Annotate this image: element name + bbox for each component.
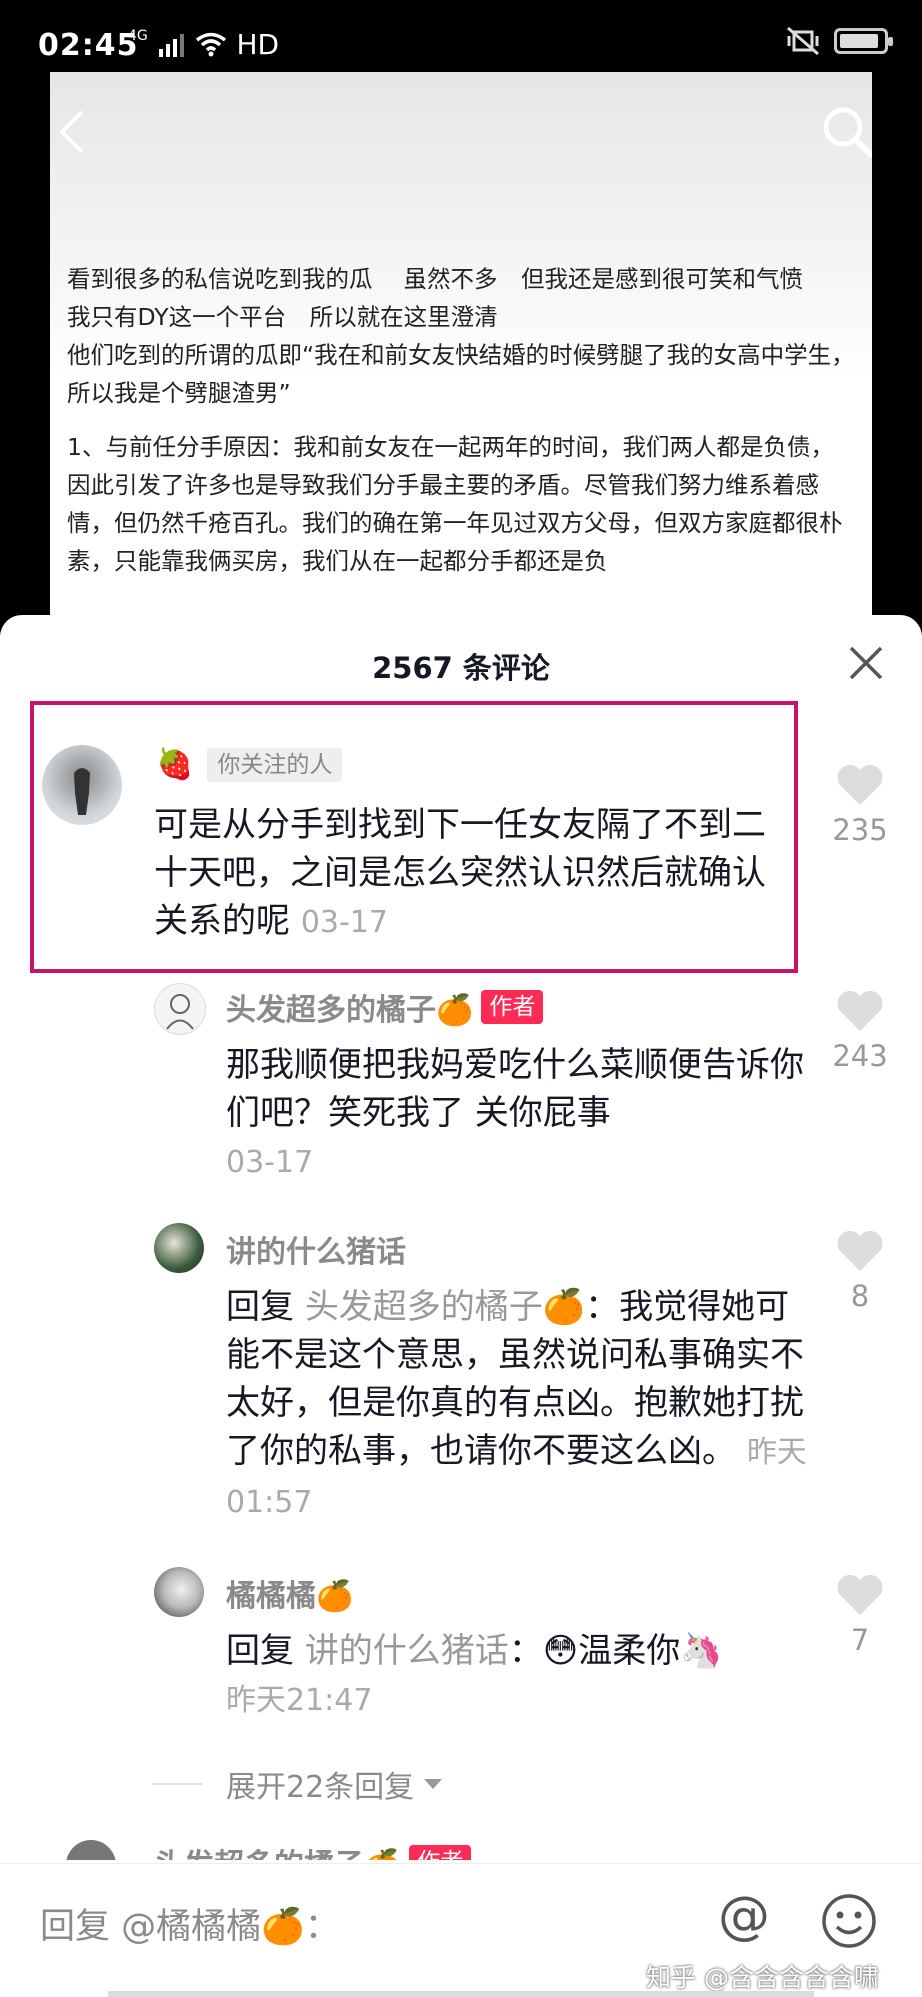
- back-arrow-icon[interactable]: [50, 102, 104, 162]
- home-indicator: [108, 1991, 814, 1997]
- like-button[interactable]: 7: [830, 1573, 890, 1657]
- comments-sheet: 2567 条评论 🍓 你关注的人 可是从分手到找到下一任女友隔了不到二十天吧，之…: [0, 615, 922, 1997]
- comment-meta: 橘橘橘🍊: [226, 1571, 353, 1615]
- watermark-text: 知乎 @含含含含含啸: [646, 1963, 879, 1992]
- network-indicator: 4G HD: [128, 28, 279, 61]
- comment-text: 回复 讲的什么猪话：😳温柔你🦄 昨天21:47: [226, 1627, 816, 1725]
- like-button[interactable]: 235: [830, 763, 890, 847]
- avatar-figure: [74, 768, 90, 815]
- wifi-icon: [195, 32, 226, 57]
- like-count: 7: [850, 1623, 870, 1657]
- divider: [152, 1783, 202, 1785]
- comment-text: 那我顺便把我妈爱吃什么菜顺便告诉你们吧？笑死我了 关你屁事 03-17: [226, 1041, 816, 1187]
- comment-meta: 头发超多的橘子🍊 作者: [154, 1840, 472, 1860]
- article-paragraph: 看到很多的私信说吃到我的瓜 虽然不多 但我还是感到很可笑和气愤: [67, 265, 803, 293]
- hd-label: HD: [236, 28, 280, 61]
- comment-body: ：😳温柔你🦄: [508, 1631, 723, 1671]
- battery-icon: [834, 28, 893, 54]
- reply-prefix: 回复: [226, 1631, 294, 1671]
- commenter-name[interactable]: 头发超多的橘子🍊: [226, 985, 473, 1029]
- avatar-figure: [166, 994, 194, 1030]
- caret-down-icon: [424, 1779, 443, 1789]
- avatar[interactable]: [154, 1223, 204, 1273]
- like-count: 235: [832, 813, 888, 847]
- reply-target[interactable]: 讲的什么猪话: [305, 1631, 509, 1671]
- comment-time: 03-17: [300, 905, 388, 940]
- comment-meta: 讲的什么猪话: [226, 1227, 406, 1271]
- reply-item[interactable]: 头发超多的橘子🍊 作者: [0, 1840, 922, 1860]
- commenter-name[interactable]: 头发超多的橘子🍊: [154, 1840, 401, 1860]
- close-icon[interactable]: [848, 645, 884, 681]
- comment-body: 可是从分手到找到下一任女友隔了不到二十天吧，之间是怎么突然认识然后就确认关系的呢: [154, 805, 766, 941]
- status-right: [786, 26, 893, 56]
- comment-time: 03-17: [226, 1145, 314, 1180]
- emoji-icon[interactable]: [820, 1892, 878, 1950]
- article-view: 看到很多的私信说吃到我的瓜 虽然不多 但我还是感到很可笑和气愤 我只有DY这一个…: [50, 72, 872, 632]
- expand-replies-button[interactable]: 展开22条回复: [152, 1762, 444, 1806]
- comment-time: 昨天21:47: [226, 1683, 373, 1718]
- like-button[interactable]: 243: [830, 989, 890, 1073]
- following-tag: 你关注的人: [207, 747, 343, 782]
- like-count: 243: [832, 1039, 888, 1073]
- comment-meta: 头发超多的橘子🍊 作者: [226, 985, 544, 1029]
- avatar[interactable]: [154, 1567, 204, 1617]
- article-text: 看到很多的私信说吃到我的瓜 虽然不多 但我还是感到很可笑和气愤 我只有DY这一个…: [67, 260, 857, 596]
- comment-body: 那我顺便把我妈爱吃什么菜顺便告诉你们吧？笑死我了 关你屁事: [226, 1045, 804, 1133]
- heart-icon: [837, 991, 883, 1031]
- avatar[interactable]: [154, 983, 206, 1035]
- mute-vibrate-icon: [787, 26, 819, 56]
- avatar[interactable]: [66, 1840, 116, 1860]
- heart-icon: [837, 1231, 883, 1271]
- like-count: 8: [850, 1279, 870, 1313]
- heart-icon: [837, 765, 883, 805]
- search-icon[interactable]: [816, 100, 872, 164]
- commenter-name[interactable]: 橘橘橘🍊: [226, 1571, 353, 1615]
- reply-input[interactable]: 回复 @橘橘橘🍊：: [40, 1898, 340, 1949]
- author-badge: 作者: [481, 990, 544, 1024]
- network-type: 4G: [128, 28, 148, 44]
- comment-text: 可是从分手到找到下一任女友隔了不到二十天吧，之间是怎么突然认识然后就确认关系的呢…: [154, 801, 784, 947]
- author-badge: 作者: [409, 1845, 472, 1860]
- reply-target[interactable]: 头发超多的橘子🍊: [305, 1287, 585, 1327]
- heart-icon: [837, 1575, 883, 1615]
- article-paragraph: 我只有DY这一个平台 所以就在这里澄清: [67, 303, 498, 331]
- strawberry-icon: 🍓: [156, 747, 194, 782]
- article-paragraph: 他们吃到的所谓的瓜即“我在和前女友快结婚的时候劈腿了我的女高中学生，所以我是个劈…: [67, 341, 855, 407]
- mention-button[interactable]: @: [718, 1886, 770, 1946]
- status-time: 02:45: [38, 28, 139, 63]
- article-paragraph: 1、与前任分手原因：我和前女友在一起两年的时间，我们两人都是负债，因此引发了许多…: [67, 433, 843, 575]
- expand-replies-label: 展开22条回复: [226, 1770, 415, 1805]
- reply-prefix: 回复: [226, 1287, 294, 1327]
- commenter-name[interactable]: 讲的什么猪话: [226, 1227, 406, 1271]
- like-button[interactable]: 8: [830, 1229, 890, 1313]
- avatar[interactable]: [42, 745, 122, 825]
- comment-text: 回复 头发超多的橘子🍊：我觉得她可能不是这个意思，虽然说问私事确实不太好，但是你…: [226, 1283, 816, 1527]
- comment-meta: 🍓 你关注的人: [156, 747, 343, 782]
- comments-count-title: 2567 条评论: [372, 651, 550, 685]
- signal-icon: [158, 34, 184, 57]
